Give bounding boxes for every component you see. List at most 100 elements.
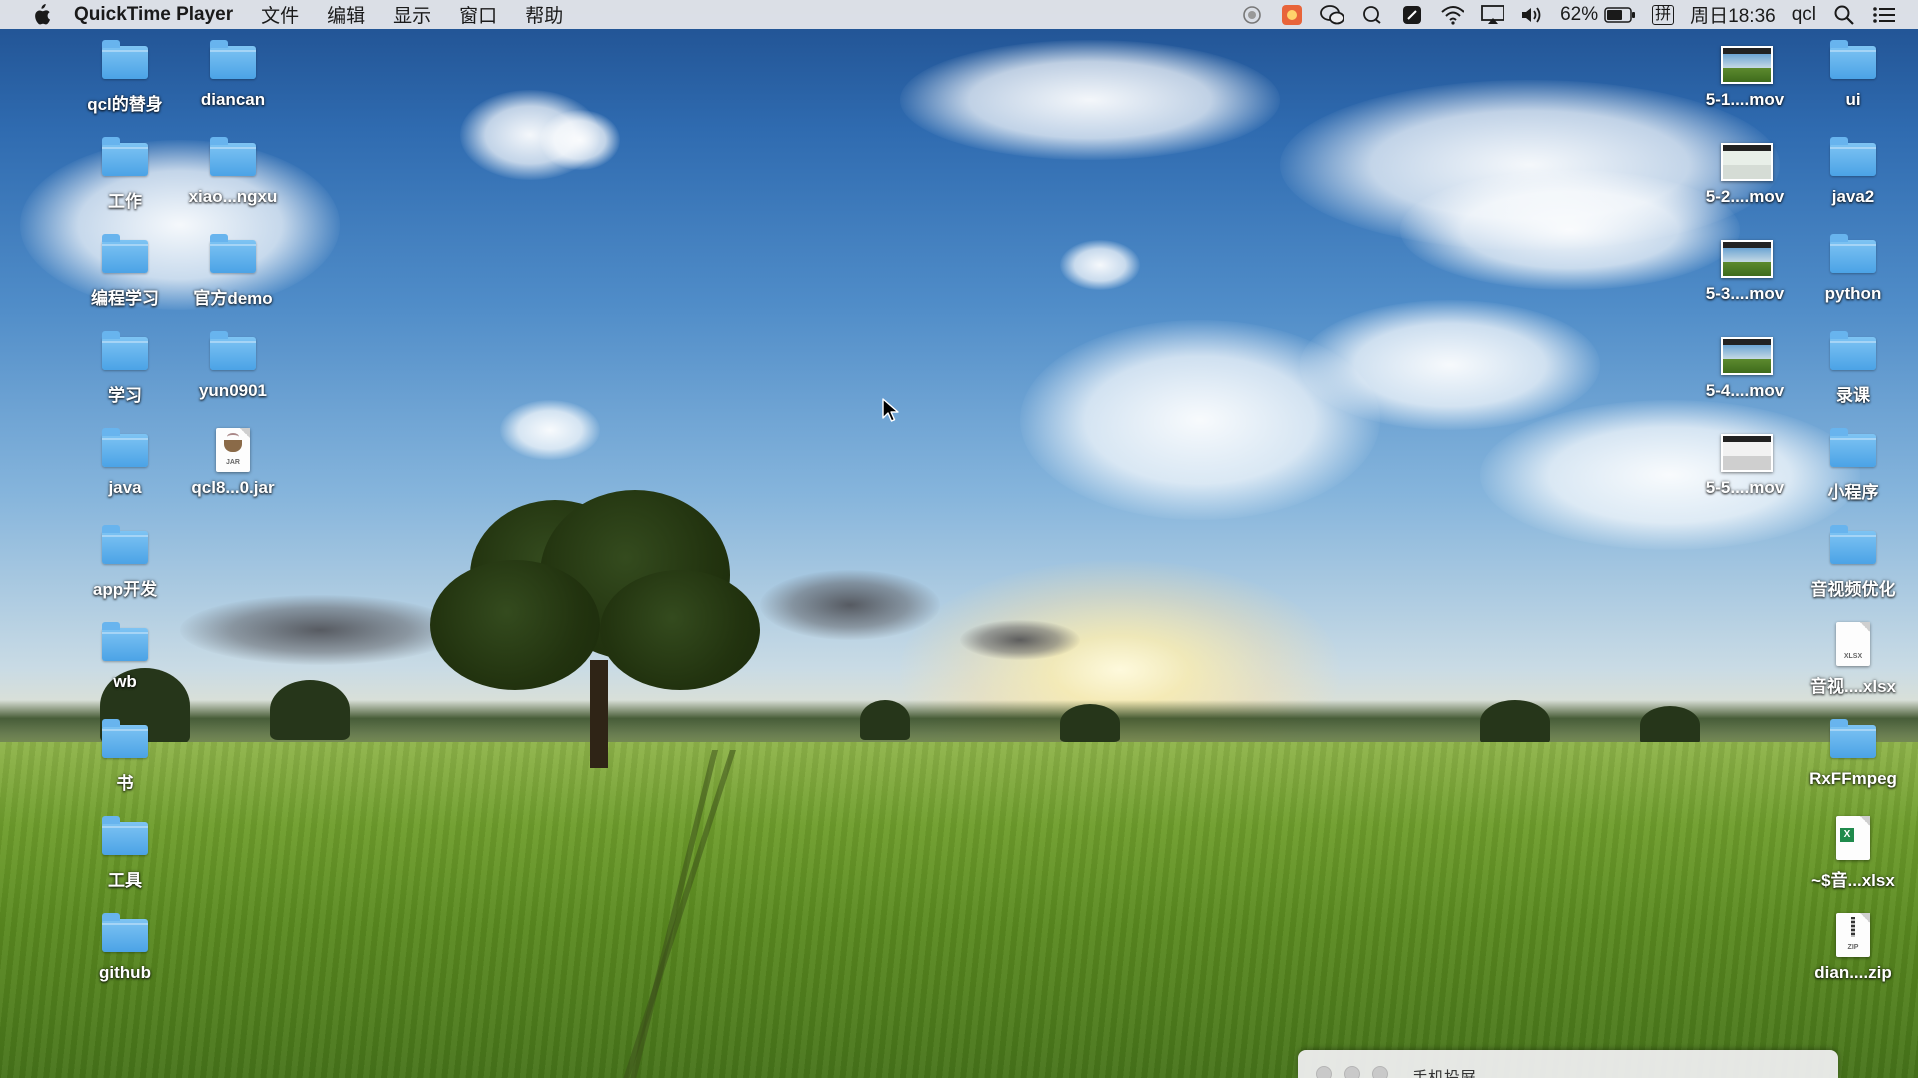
spotlight-search-icon[interactable]	[1832, 4, 1856, 26]
desktop-folder-app-dev[interactable]: app开发	[70, 525, 180, 600]
desktop-icon-label: 官方demo	[193, 289, 273, 308]
wallpaper-tree	[1480, 700, 1550, 744]
desktop-folder-work[interactable]: 工作	[70, 137, 180, 212]
window-zoom-button[interactable]	[1372, 1066, 1388, 1078]
desktop-folder-github[interactable]: github	[70, 913, 180, 983]
desktop-file-xlsx[interactable]: XLSX 音视....xlsx	[1798, 622, 1908, 697]
desktop-folder-rxffmpeg[interactable]: RxFFmpeg	[1798, 719, 1908, 789]
folder-icon	[100, 622, 150, 666]
desktop-folder-python[interactable]: python	[1798, 234, 1908, 304]
wallpaper-tree	[860, 700, 910, 740]
video-thumbnail-icon	[1720, 331, 1773, 375]
volume-icon[interactable]	[1520, 4, 1544, 26]
wallpaper-cloud	[500, 400, 600, 460]
screen-record-icon[interactable]	[1240, 4, 1264, 26]
input-method-indicator[interactable]: 拼	[1652, 4, 1675, 25]
desktop-icon-label: 音视....xlsx	[1810, 677, 1896, 696]
desktop-folder-java2[interactable]: java2	[1798, 137, 1908, 207]
wallpaper-cloud	[900, 40, 1280, 160]
desktop-folder-study[interactable]: 学习	[70, 331, 180, 406]
desktop-icon-label: RxFFmpeg	[1809, 769, 1897, 788]
folder-icon	[100, 428, 150, 472]
qq-icon[interactable]	[1360, 4, 1384, 26]
desktop-movie-5-4[interactable]: 5-4....mov	[1690, 331, 1800, 401]
mouse-cursor-icon	[882, 398, 900, 424]
desktop-folder-qcl-alias[interactable]: qcl的替身	[70, 40, 180, 115]
wallpaper-dark-cloud	[960, 620, 1080, 660]
desktop-icon-label: dian....zip	[1814, 963, 1892, 982]
menu-help[interactable]: 帮助	[525, 1, 563, 28]
battery-percent: 62%	[1560, 3, 1599, 25]
desktop-icon-label: yun0901	[198, 381, 268, 400]
video-thumbnail-icon	[1720, 40, 1773, 84]
desktop-movie-5-5[interactable]: 5-5....mov	[1690, 428, 1800, 498]
menu-app-name[interactable]: QuickTime Player	[74, 4, 233, 26]
desktop-folder-mini-program[interactable]: 小程序	[1798, 428, 1908, 503]
app-status-icon[interactable]	[1280, 4, 1304, 26]
tree-crown	[430, 560, 600, 690]
wallpaper-tree	[1060, 704, 1120, 742]
apple-menu-icon[interactable]	[30, 3, 52, 26]
desktop-movie-5-1[interactable]: 5-1....mov	[1690, 40, 1800, 110]
desktop-icon-label: 5-2....mov	[1705, 187, 1785, 206]
folder-icon	[100, 234, 150, 278]
battery-icon[interactable]	[1604, 4, 1636, 26]
desktop-icon-label: ui	[1845, 90, 1861, 109]
menu-bar: QuickTime Player 文件 编辑 显示 窗口 帮助 62% 拼 周日…	[0, 0, 1918, 29]
folder-icon	[208, 40, 258, 84]
notes-app-icon[interactable]	[1400, 4, 1424, 26]
desktop-folder-programming[interactable]: 编程学习	[70, 234, 180, 309]
desktop-icon-label: 录课	[1836, 386, 1870, 405]
wallpaper-tree	[270, 680, 350, 740]
screen-mirror-window[interactable]: 手机投屏	[1298, 1050, 1838, 1078]
folder-icon	[1828, 137, 1878, 181]
folder-icon	[208, 331, 258, 375]
menu-window[interactable]: 窗口	[459, 1, 497, 28]
desktop-icon-label: python	[1824, 284, 1882, 303]
desktop-file-jar[interactable]: JAR qcl8...0.jar	[178, 428, 288, 498]
desktop-icon-label: ~$音...xlsx	[1811, 871, 1895, 890]
window-minimize-button[interactable]	[1344, 1066, 1360, 1078]
desktop-folder-ui[interactable]: ui	[1798, 40, 1908, 110]
desktop-movie-5-3[interactable]: 5-3....mov	[1690, 234, 1800, 304]
airplay-icon[interactable]	[1480, 4, 1505, 26]
video-thumbnail-icon	[1720, 234, 1773, 278]
folder-icon	[208, 234, 258, 278]
desktop-folder-av-optimization[interactable]: 音视频优化	[1798, 525, 1908, 600]
folder-icon	[100, 331, 150, 375]
desktop-folder-recording[interactable]: 录课	[1798, 331, 1908, 406]
desktop-folder-books[interactable]: 书	[70, 719, 180, 794]
notification-center-icon[interactable]	[1872, 4, 1896, 26]
folder-icon	[1828, 525, 1878, 569]
wallpaper-cloud	[1300, 300, 1600, 430]
wallpaper-dark-cloud	[760, 570, 940, 640]
desktop-icon-label: 5-5....mov	[1705, 478, 1785, 497]
menu-edit[interactable]: 编辑	[327, 1, 365, 28]
desktop-folder-yun0901[interactable]: yun0901	[178, 331, 288, 401]
desktop-file-temp-xlsx[interactable]: X ~$音...xlsx	[1798, 816, 1908, 891]
menu-view[interactable]: 显示	[393, 1, 431, 28]
desktop-folder-tools[interactable]: 工具	[70, 816, 180, 891]
wallpaper-cloud	[1060, 240, 1140, 290]
wifi-icon[interactable]	[1440, 4, 1465, 26]
desktop-folder-wb[interactable]: wb	[70, 622, 180, 692]
desktop-movie-5-2[interactable]: 5-2....mov	[1690, 137, 1800, 207]
desktop-folder-java[interactable]: java	[70, 428, 180, 498]
menu-file[interactable]: 文件	[261, 1, 299, 28]
desktop-icon-label: wb	[113, 672, 137, 691]
desktop-icon-label: 小程序	[1827, 483, 1879, 502]
desktop-file-zip[interactable]: ZIP dian....zip	[1798, 913, 1908, 983]
desktop-icon-label: java	[108, 478, 142, 497]
wallpaper-cloud	[540, 110, 620, 170]
menubar-user[interactable]: qcl	[1792, 4, 1816, 26]
desktop-icon-label: 编程学习	[91, 289, 159, 308]
wechat-icon[interactable]	[1320, 4, 1345, 26]
folder-icon	[1828, 428, 1878, 472]
desktop-icon-label: 5-4....mov	[1705, 381, 1785, 400]
desktop-folder-xiaongxu[interactable]: xiao...ngxu	[178, 137, 288, 207]
menubar-clock[interactable]: 周日18:36	[1690, 1, 1776, 28]
video-thumbnail-icon	[1720, 428, 1773, 472]
window-close-button[interactable]	[1316, 1066, 1332, 1078]
desktop-folder-official-demo[interactable]: 官方demo	[178, 234, 288, 309]
desktop-folder-diancan[interactable]: diancan	[178, 40, 288, 110]
